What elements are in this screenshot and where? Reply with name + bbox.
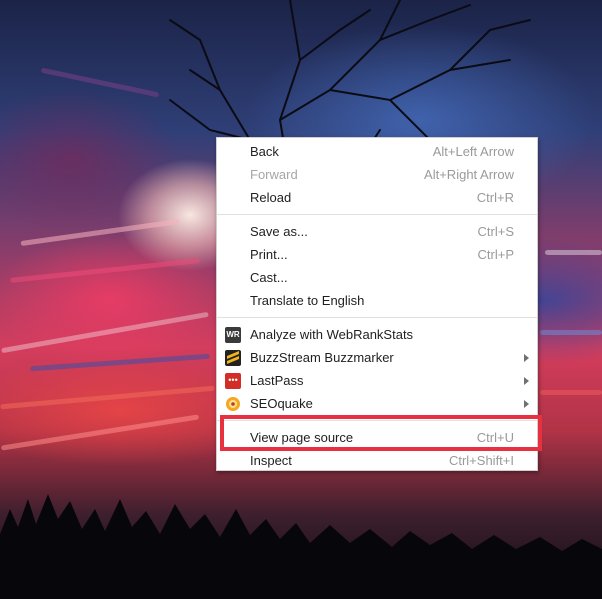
menu-item-label: Translate to English [250, 293, 365, 308]
menu-item-shortcut: Ctrl+R [476, 190, 514, 205]
sky-streak [0, 385, 215, 410]
lastpass-icon: ••• [225, 373, 241, 389]
sky-streak [10, 258, 200, 283]
menu-item-buzzstream[interactable]: BuzzStream Buzzmarker [217, 347, 537, 370]
sky-streak [545, 250, 602, 255]
menu-item-inspect[interactable]: Inspect Ctrl+Shift+I [217, 450, 537, 473]
menu-item-label: BuzzStream Buzzmarker [250, 350, 394, 365]
submenu-arrow-icon [524, 400, 529, 408]
sky-streak [540, 330, 602, 335]
seoquake-icon [225, 396, 241, 412]
buzzstream-icon [225, 350, 241, 366]
menu-item-label: Back [250, 144, 279, 159]
menu-item-label: Cast... [250, 270, 288, 285]
menu-item-seoquake[interactable]: SEOquake [217, 393, 537, 416]
menu-item-label: Forward [250, 167, 298, 182]
submenu-arrow-icon [524, 377, 529, 385]
menu-item-shortcut: Alt+Right Arrow [424, 167, 514, 182]
highlight-box [220, 415, 542, 451]
menu-item-label: Inspect [250, 453, 292, 468]
webrankstats-icon: WR [225, 327, 241, 343]
menu-item-back[interactable]: Back Alt+Left Arrow [217, 141, 537, 164]
sky-streak [540, 390, 602, 395]
sky-streak [1, 311, 209, 354]
menu-item-label: Analyze with WebRankStats [250, 327, 414, 342]
menu-item-shortcut: Ctrl+P [477, 247, 514, 262]
menu-item-reload[interactable]: Reload Ctrl+R [217, 187, 537, 210]
menu-separator [217, 317, 537, 318]
menu-item-webrankstats[interactable]: WR Analyze with WebRankStats [217, 324, 537, 347]
menu-item-label: LastPass [250, 373, 304, 388]
menu-item-save-as[interactable]: Save as... Ctrl+S [217, 221, 537, 244]
menu-item-lastpass[interactable]: ••• LastPass [217, 370, 537, 393]
menu-item-forward[interactable]: Forward Alt+Right Arrow [217, 164, 537, 187]
menu-item-translate[interactable]: Translate to English [217, 290, 537, 313]
menu-item-label: Save as... [250, 224, 308, 239]
menu-item-shortcut: Ctrl+S [477, 224, 514, 239]
menu-item-label: Print... [250, 247, 288, 262]
menu-item-cast[interactable]: Cast... [217, 267, 537, 290]
menu-item-label: SEOquake [250, 396, 313, 411]
menu-item-print[interactable]: Print... Ctrl+P [217, 244, 537, 267]
desktop-background: Back Alt+Left Arrow Forward Alt+Right Ar… [0, 0, 602, 599]
menu-item-shortcut: Ctrl+Shift+I [448, 453, 514, 468]
menu-item-shortcut: Alt+Left Arrow [432, 144, 514, 159]
menu-item-label: Reload [250, 190, 292, 205]
submenu-arrow-icon [524, 354, 529, 362]
menu-separator [217, 214, 537, 215]
sky-streak [30, 353, 210, 372]
